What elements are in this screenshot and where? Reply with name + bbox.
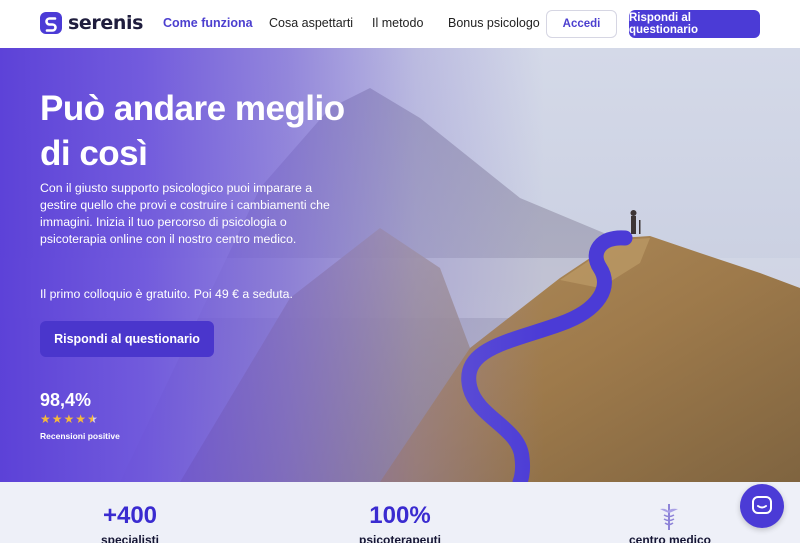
stat-psychotherapists: 100% psicoterapeuti xyxy=(320,502,480,543)
nav-item-bonus-psicologo[interactable]: Bonus psicologo xyxy=(448,16,540,30)
hero-title: Può andare meglio di così xyxy=(40,89,345,173)
star-icon: ★ xyxy=(40,412,51,426)
stat-value: +400 xyxy=(102,502,158,529)
nav-item-come-funziona[interactable]: Come funziona xyxy=(163,16,253,30)
star-icon: ★ xyxy=(75,412,87,426)
stat-value: 100% xyxy=(369,502,431,529)
questionnaire-button-hero[interactable]: Rispondi al questionario xyxy=(40,321,214,357)
stat-specialists: +400 specialisti xyxy=(50,502,210,543)
serenis-logo-icon xyxy=(40,12,62,34)
rating-value: 98,4% xyxy=(40,390,92,410)
stat-label: specialisti xyxy=(100,533,160,543)
hero-price-note: Il primo colloquio è gratuito. Poi 49 € … xyxy=(40,287,293,301)
rating-stars: ★ ★ ★ ★ ★ xyxy=(40,412,98,426)
nav-item-il-metodo[interactable]: Il metodo xyxy=(372,16,423,30)
stat-label: psicoterapeuti xyxy=(358,533,442,543)
stat-label: centro medico xyxy=(628,533,712,543)
login-button[interactable]: Accedi xyxy=(546,10,617,38)
hero-section: Può andare meglio di così Con il giusto … xyxy=(0,48,800,482)
nav-item-cosa-aspettarti[interactable]: Cosa aspettarti xyxy=(269,16,353,30)
brand-name: serenis xyxy=(68,12,143,34)
chat-support-button[interactable] xyxy=(740,484,784,528)
star-icon: ★ xyxy=(51,412,63,426)
hero-description: Con il giusto supporto psicologico puoi … xyxy=(40,181,330,246)
stats-bar: +400 specialisti 100% psicoterapeuti cen… xyxy=(0,482,800,543)
questionnaire-button-nav[interactable]: Rispondi al questionario xyxy=(629,10,760,38)
rating-label: Recensioni positive xyxy=(40,431,120,441)
brand-logo[interactable]: serenis xyxy=(40,12,143,34)
top-navbar: serenis Come funziona Cosa aspettarti Il… xyxy=(0,0,800,48)
caduceus-icon xyxy=(660,504,678,530)
stat-medical-center: centro medico xyxy=(590,530,750,543)
chat-icon xyxy=(752,496,772,514)
star-half-icon: ★ xyxy=(87,412,98,426)
star-icon: ★ xyxy=(63,412,75,426)
